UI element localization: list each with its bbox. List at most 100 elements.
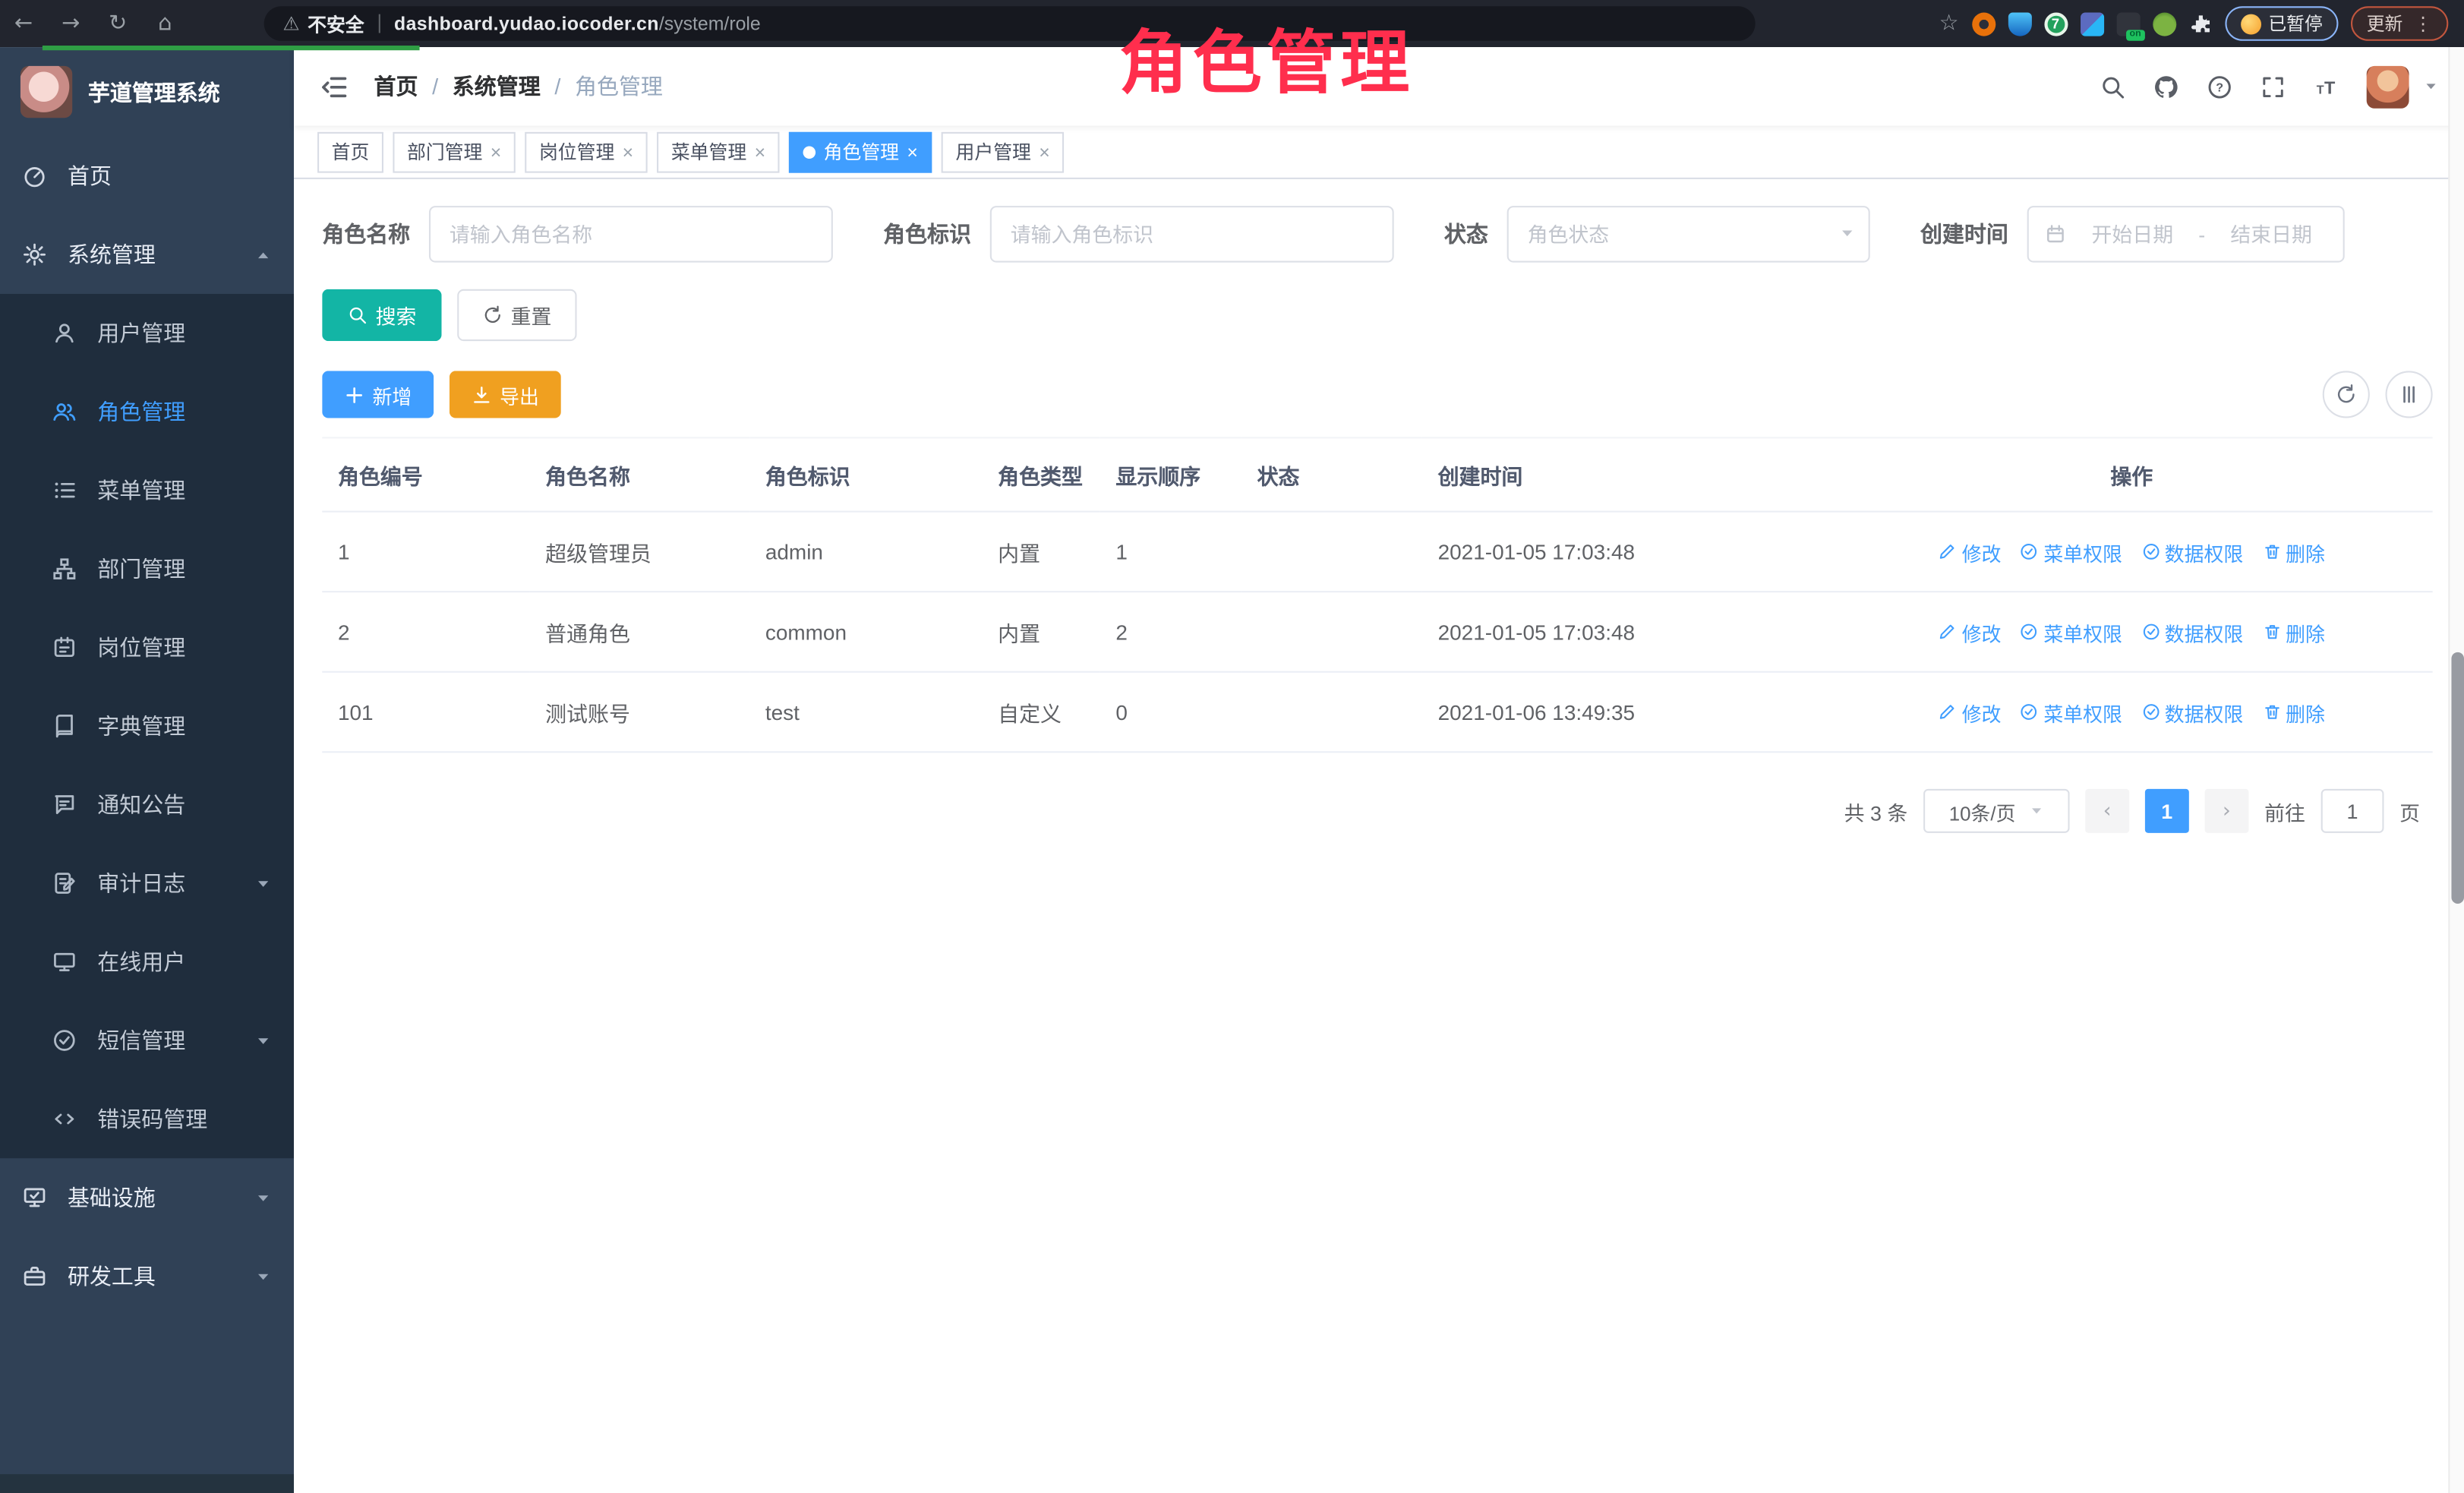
cell-sort: 2 xyxy=(1100,592,1241,672)
sidebar-item-system[interactable]: 系统管理 xyxy=(0,216,294,294)
browser-forward-icon[interactable]: → xyxy=(47,0,94,47)
delete-link[interactable]: 删除 xyxy=(2262,537,2325,567)
sidebar-item-roles[interactable]: 角色管理 xyxy=(0,372,294,450)
scrollbar[interactable] xyxy=(2448,47,2464,1493)
tab-roles[interactable]: 角色管理× xyxy=(789,131,932,172)
cell-role-name: 超级管理员 xyxy=(529,512,749,592)
prev-page-button[interactable]: ‹ xyxy=(2085,789,2129,833)
extension-icon-blue-gem[interactable] xyxy=(2008,12,2031,36)
sidebar-item-infrastructure[interactable]: 基础设施 xyxy=(0,1158,294,1236)
font-size-icon[interactable] xyxy=(2313,73,2339,99)
delete-link[interactable]: 删除 xyxy=(2262,617,2325,646)
date-range-picker[interactable]: - xyxy=(2027,206,2346,263)
edit-link[interactable]: 修改 xyxy=(1939,697,2002,727)
browser-reload-icon[interactable]: ↻ xyxy=(94,0,141,47)
extension-icon-orange[interactable] xyxy=(1971,12,1995,36)
table-row: 1 超级管理员 admin 内置 1 2021-01-05 17:03:48 修… xyxy=(322,512,2432,592)
sidebar-item-menus[interactable]: 菜单管理 xyxy=(0,451,294,529)
browser-update-button[interactable]: 更新 ⋮ xyxy=(2351,6,2448,41)
avatar[interactable] xyxy=(2367,65,2409,108)
active-dot-icon xyxy=(803,145,816,158)
kebab-menu-icon[interactable]: ⋮ xyxy=(2414,13,2433,35)
fullscreen-icon[interactable] xyxy=(2260,73,2286,99)
search-icon[interactable] xyxy=(2100,73,2126,99)
export-button[interactable]: 导出 xyxy=(450,371,561,418)
close-icon[interactable]: × xyxy=(755,142,766,161)
delete-link[interactable]: 删除 xyxy=(2262,697,2325,727)
browser-back-icon[interactable]: ← xyxy=(0,0,47,47)
sidebar-item-online-users[interactable]: 在线用户 xyxy=(0,923,294,1001)
badge-icon xyxy=(52,635,77,660)
tab-posts[interactable]: 岗位管理× xyxy=(525,131,647,172)
data-permission-link[interactable]: 数据权限 xyxy=(2141,617,2244,646)
page-number-1[interactable]: 1 xyxy=(2145,789,2189,833)
goto-page-input[interactable] xyxy=(2321,789,2384,833)
add-button[interactable]: 新增 xyxy=(322,371,434,418)
sidebar-item-dev-tools[interactable]: 研发工具 xyxy=(0,1237,294,1315)
check-circle-icon xyxy=(2141,702,2160,721)
extension-icon-switch[interactable]: on xyxy=(2116,12,2140,36)
role-key-input[interactable] xyxy=(990,206,1394,263)
menu-permission-link[interactable]: 菜单权限 xyxy=(2020,617,2122,646)
paused-pill-button[interactable]: 已暂停 xyxy=(2224,6,2338,41)
edit-link[interactable]: 修改 xyxy=(1939,617,2002,646)
status-label: 状态 xyxy=(1444,219,1488,250)
edit-link[interactable]: 修改 xyxy=(1939,537,2002,567)
end-date-input[interactable] xyxy=(2215,223,2328,246)
extension-icon-tampermonkey[interactable] xyxy=(2080,12,2103,36)
breadcrumb-home[interactable]: 首页 xyxy=(374,71,418,102)
url-divider xyxy=(378,14,380,33)
sidebar-item-users[interactable]: 用户管理 xyxy=(0,294,294,372)
close-icon[interactable]: × xyxy=(491,142,502,161)
chevron-down-icon[interactable] xyxy=(2423,78,2439,94)
start-date-input[interactable] xyxy=(2076,223,2189,246)
next-page-button[interactable]: › xyxy=(2204,789,2248,833)
sidebar-logo[interactable]: 芋道管理系统 xyxy=(0,47,294,137)
page-size-select[interactable]: 10条/页 xyxy=(1923,789,2069,833)
tab-menus[interactable]: 菜单管理× xyxy=(657,131,779,172)
cell-role-key: common xyxy=(749,592,982,672)
sidebar-item-posts[interactable]: 岗位管理 xyxy=(0,608,294,687)
status-select[interactable] xyxy=(1507,206,1870,263)
status-select-input[interactable] xyxy=(1507,206,1870,263)
bookmark-star-icon[interactable]: ☆ xyxy=(1939,11,1959,36)
search-button[interactable]: 搜索 xyxy=(322,289,441,341)
hamburger-icon[interactable] xyxy=(319,71,349,101)
sidebar-item-sms[interactable]: 短信管理 xyxy=(0,1001,294,1079)
extension-icon-green-plant[interactable] xyxy=(2152,12,2175,36)
menu-permission-link[interactable]: 菜单权限 xyxy=(2020,537,2122,567)
help-icon[interactable] xyxy=(2207,73,2233,99)
update-label: 更新 xyxy=(2367,11,2403,36)
extensions-puzzle-icon[interactable] xyxy=(2188,12,2212,36)
security-warning-icon: ⚠ xyxy=(283,13,300,35)
cell-role-name: 普通角色 xyxy=(529,592,749,672)
browser-home-icon[interactable]: ⌂ xyxy=(141,0,188,47)
tab-users[interactable]: 用户管理× xyxy=(942,131,1064,172)
address-bar[interactable]: ⚠ 不安全 dashboard.yudao.iocoder.cn/system/… xyxy=(264,6,1756,41)
scrollbar-thumb[interactable] xyxy=(2451,652,2464,904)
close-icon[interactable]: × xyxy=(623,142,634,161)
data-permission-link[interactable]: 数据权限 xyxy=(2141,697,2244,727)
role-name-input[interactable] xyxy=(429,206,833,263)
close-icon[interactable]: × xyxy=(907,142,918,161)
extension-icon-green-7[interactable]: 7 xyxy=(2043,12,2067,36)
reset-button[interactable]: 重置 xyxy=(457,289,576,341)
refresh-table-button[interactable] xyxy=(2323,371,2370,418)
github-icon[interactable] xyxy=(2153,73,2179,99)
breadcrumb-system[interactable]: 系统管理 xyxy=(453,71,541,102)
sidebar-submenu-system: 用户管理 角色管理 菜单管理 部门管理 岗位管理 xyxy=(0,294,294,1158)
sidebar-item-notices[interactable]: 通知公告 xyxy=(0,765,294,844)
sidebar-item-error-codes[interactable]: 错误码管理 xyxy=(0,1080,294,1158)
close-icon[interactable]: × xyxy=(1039,142,1050,161)
sidebar-item-departments[interactable]: 部门管理 xyxy=(0,529,294,608)
data-permission-link[interactable]: 数据权限 xyxy=(2141,537,2244,567)
tab-home[interactable]: 首页 xyxy=(317,131,383,172)
sidebar-item-audit-log[interactable]: 审计日志 xyxy=(0,844,294,922)
page-content: 角色名称 角色标识 状态 创建时间 - xyxy=(294,179,2464,1493)
role-name-label: 角色名称 xyxy=(322,219,410,250)
column-settings-button[interactable] xyxy=(2386,371,2433,418)
sidebar-item-dicts[interactable]: 字典管理 xyxy=(0,687,294,765)
tab-departments[interactable]: 部门管理× xyxy=(393,131,515,172)
menu-permission-link[interactable]: 菜单权限 xyxy=(2020,697,2122,727)
sidebar-item-home[interactable]: 首页 xyxy=(0,137,294,215)
